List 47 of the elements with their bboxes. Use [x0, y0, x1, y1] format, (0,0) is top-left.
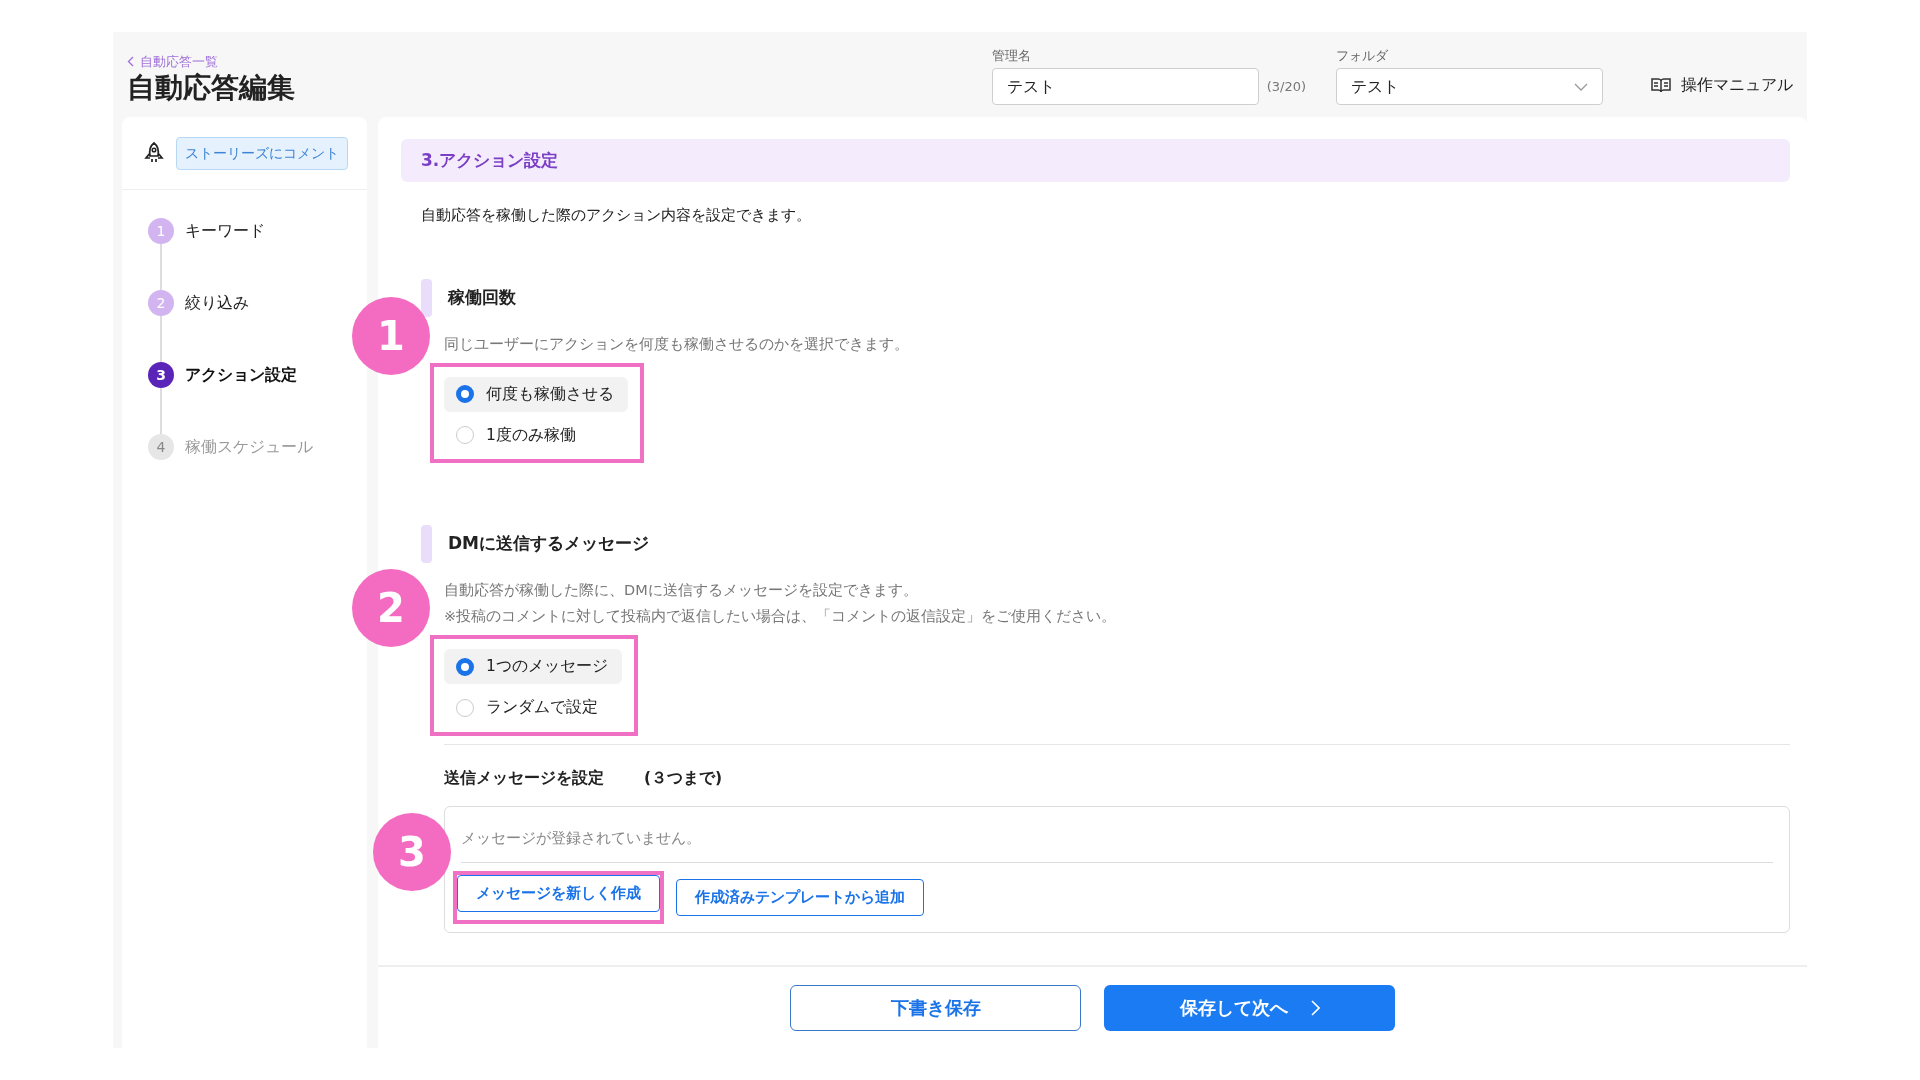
callout-number: 2 [352, 569, 430, 647]
messages-limit: (３つまで) [644, 767, 723, 789]
chevron-left-icon [127, 56, 134, 68]
help-text: 同じユーザーにアクションを何度も稼働させるのかを選択できます。 [444, 334, 910, 354]
help-text: ※投稿のコメントに対して投稿内で返信したい場合は、「コメントの返信設定」をご使用ください。 [444, 607, 1118, 626]
group-heading: 稼働回数 [448, 285, 516, 309]
section-description: 自動応答を稼働した際のアクション内容を設定できます。 [421, 205, 812, 226]
radio-icon [456, 426, 474, 445]
radio-option[interactable]: 何度も稼働させる [444, 376, 628, 412]
step-number: 2 [148, 290, 174, 316]
step-number: 3 [148, 362, 174, 388]
trigger-tag: ストーリーズにコメント [176, 136, 348, 170]
page-title: 自動応答編集 [127, 71, 296, 105]
field-label: フォルダ [1336, 46, 1389, 65]
step-number: 4 [148, 434, 174, 460]
radio-icon [456, 657, 474, 676]
step-item[interactable]: 1 キーワード [148, 218, 265, 244]
group-heading: DMに送信するメッセージ [448, 532, 650, 556]
draft-save-button[interactable]: 下書き保存 [790, 984, 1081, 1031]
step-item[interactable]: 3 アクション設定 [148, 362, 297, 388]
section-title: 3.アクション設定 [401, 139, 1790, 182]
folder-select[interactable]: テスト [1336, 68, 1603, 105]
radio-option[interactable]: 1つのメッセージ [444, 649, 622, 685]
radio-option[interactable]: ランダムで設定 [444, 690, 622, 726]
messages-heading: 送信メッセージを設定 [444, 767, 604, 789]
field-label: 管理名 [991, 46, 1032, 65]
callout-number: 3 [373, 813, 451, 892]
heading-accent-bar [421, 525, 432, 563]
empty-message-text: メッセージが登録されていません。 [461, 806, 1773, 864]
character-counter: (3/20) [1266, 77, 1306, 96]
rocket-icon [144, 141, 164, 165]
book-icon [1651, 77, 1671, 93]
radio-icon [456, 385, 474, 404]
message-button[interactable]: 作成済みテンプレートから追加 [676, 879, 924, 916]
help-text: 自動応答が稼働した際に、DMに送信するメッセージを設定できます。 [444, 581, 919, 600]
name-field[interactable]: テスト [991, 68, 1259, 105]
chevron-right-icon [1309, 999, 1320, 1016]
chevron-down-icon [1574, 82, 1588, 91]
message-button[interactable]: メッセージを新しく作成 [457, 875, 660, 912]
radio-option[interactable]: 1度のみ稼働 [444, 417, 628, 453]
back-link[interactable]: 自動応答一覧 [127, 51, 992, 72]
radio-icon [456, 698, 474, 717]
manual-link[interactable]: 操作マニュアル [1651, 73, 1793, 97]
heading-accent-bar [421, 278, 432, 317]
step-item[interactable]: 2 絞り込み [148, 290, 249, 316]
step-number: 1 [148, 218, 174, 244]
save-next-button[interactable]: 保存して次へ [1104, 984, 1395, 1031]
